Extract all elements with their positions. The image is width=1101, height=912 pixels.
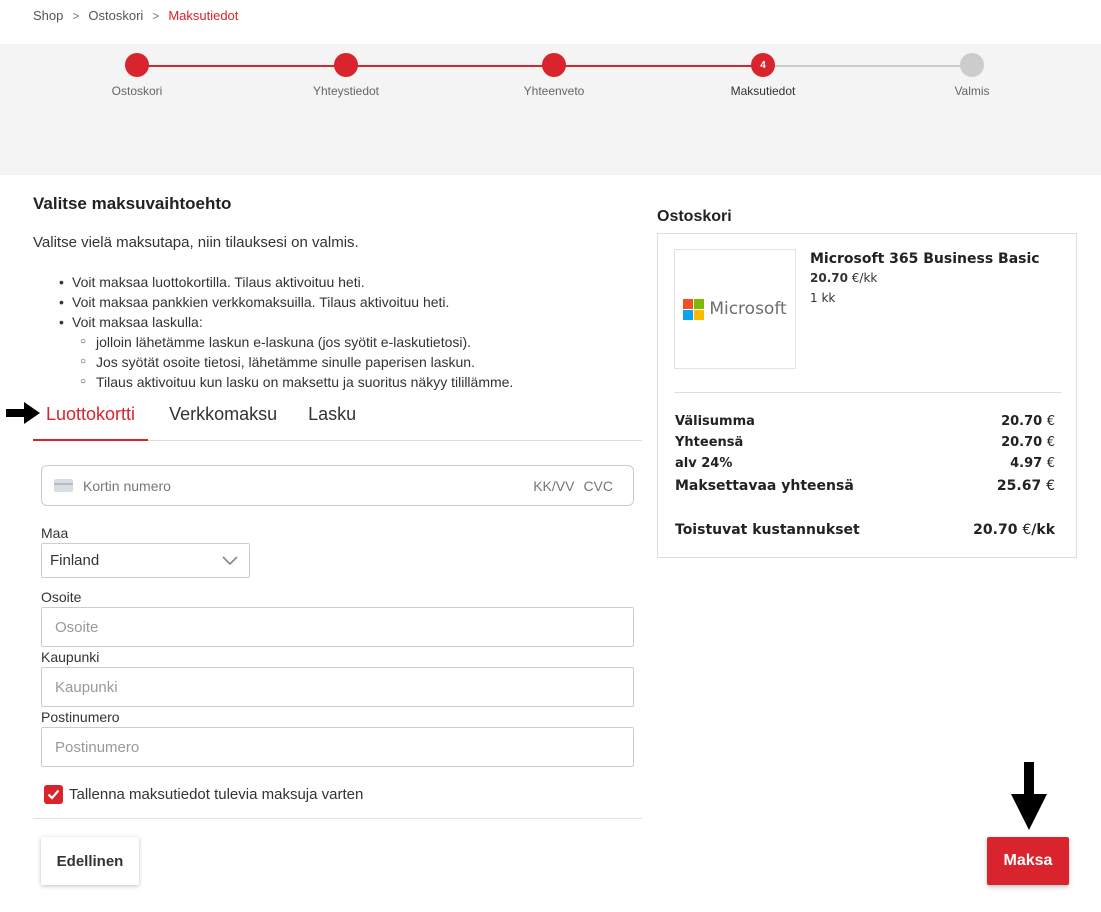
list-item-text: Voit maksaa laskulla: [72,314,203,330]
grand-total-row: Maksettavaa yhteensä 25.67 € [675,478,1055,494]
total-value: 4.97 € [1010,456,1055,471]
address-label: Osoite [41,589,82,605]
step-label: Yhteystiedot [312,84,380,98]
step-dot-current: 4 [751,53,775,77]
stepper-line-done [137,65,763,67]
invoice-sub-list: jolloin lähetämme laskun e-laskuna (jos … [72,332,513,392]
card-number-field[interactable]: Kortin numero KK/VV CVC [41,465,634,506]
product-logo-text: Microsoft [709,299,787,319]
save-payment-label[interactable]: Tallenna maksutiedot tulevia maksuja var… [69,786,363,803]
amount: 4.97 [1010,456,1043,471]
list-item: Voit maksaa luottokortilla. Tilaus aktiv… [59,272,513,292]
list-item: Voit maksaa laskulla: jolloin lähetämme … [59,312,513,392]
total-label: Yhteensä [675,435,744,450]
recurring-costs-row: Toistuvat kustannukset 20.70 €/kk [675,522,1055,538]
expiry-placeholder[interactable]: KK/VV [533,478,574,494]
breadcrumb: Shop > Ostoskori > Maksutiedot [33,8,238,23]
zip-placeholder: Postinumero [55,738,140,756]
currency: € [1046,435,1055,450]
currency: € [1046,414,1055,429]
cart-title: Ostoskori [657,208,732,225]
product-price: 20.70 €/kk [810,271,877,285]
product-name: Microsoft 365 Business Basic [810,251,1040,267]
step-label: Maksutiedot [730,84,796,98]
payment-method-tabs: Luottokortti Verkkomaksu Lasku [33,399,642,441]
vat-row: alv 24% 4.97 € [675,456,1055,471]
product-price-value: 20.70 [810,271,848,285]
arrow-down-icon [1011,762,1047,830]
country-select[interactable]: Finland [41,543,250,578]
total-label: Maksettavaa yhteensä [675,478,854,494]
chevron-right-icon: > [152,8,160,23]
amount: 25.67 [996,478,1042,494]
amount: 20.70 [1001,414,1043,429]
recurring-value: 20.70 €/kk [973,522,1055,538]
product-price-unit: €/kk [851,271,878,285]
list-item: Tilaus aktivoituu kun lasku on maksettu … [80,372,513,392]
step-dot [125,53,149,77]
step-maksutiedot: 4 Maksutiedot [713,53,813,98]
step-dot [960,53,984,77]
amount: 20.70 [1001,435,1043,450]
total-value: 20.70 € [1001,435,1055,450]
total-value: 25.67 € [997,478,1055,494]
zip-label: Postinumero [41,709,120,725]
divider [33,818,642,819]
tab-lasku[interactable]: Lasku [295,399,369,441]
product-logo: Microsoft [674,249,796,369]
country-label: Maa [41,525,69,541]
breadcrumb-current: Maksutiedot [168,8,239,23]
currency: € [1046,478,1055,494]
step-label: Yhteenveto [523,84,585,98]
city-placeholder: Kaupunki [55,678,118,696]
payment-info-list: Voit maksaa luottokortilla. Tilaus aktiv… [59,272,513,392]
step-ostoskori: Ostoskori [87,53,187,98]
breadcrumb-cart[interactable]: Ostoskori [88,8,143,23]
amount: 20.70 [973,522,1018,538]
city-label: Kaupunki [41,649,100,665]
save-payment-checkbox[interactable] [44,785,63,804]
product-quantity: 1 kk [810,291,836,305]
currency: € [1022,522,1032,538]
step-yhteystiedot: Yhteystiedot [296,53,396,98]
step-dot [542,53,566,77]
checkmark-icon [47,789,60,800]
chevron-right-icon: > [72,8,80,23]
step-yhteenveto: Yhteenveto [504,53,604,98]
list-item: jolloin lähetämme laskun e-laskuna (jos … [80,332,513,352]
address-input[interactable]: Osoite [41,607,634,647]
credit-card-icon [54,479,73,492]
total-label: alv 24% [675,456,733,471]
cart-summary: Microsoft Microsoft 365 Business Basic 2… [657,233,1077,558]
cvc-placeholder[interactable]: CVC [583,478,613,494]
breadcrumb-shop[interactable]: Shop [33,8,63,23]
currency: € [1046,456,1055,471]
period: /kk [1031,522,1055,538]
card-number-placeholder: Kortin numero [83,477,171,494]
subtotal-row: Välisumma 20.70 € [675,414,1055,429]
total-value: 20.70 € [1001,414,1055,429]
list-item: Voit maksaa pankkien verkkomaksuilla. Ti… [59,292,513,312]
intro-text: Valitse vielä maksutapa, niin tilauksesi… [33,234,359,251]
microsoft-logo-icon [683,298,705,320]
divider [674,392,1061,393]
total-label: Välisumma [675,414,755,429]
tab-luottokortti[interactable]: Luottokortti [33,399,149,441]
previous-button[interactable]: Edellinen [41,837,139,885]
country-value: Finland [50,552,100,569]
zip-input[interactable]: Postinumero [41,727,634,767]
pay-button[interactable]: Maksa [987,837,1069,885]
step-label: Ostoskori [111,84,163,98]
list-item: Jos syötät osoite tietosi, lähetämme sin… [80,352,513,372]
city-input[interactable]: Kaupunki [41,667,634,707]
step-dot [334,53,358,77]
step-label: Valmis [954,84,990,98]
page-title: Valitse maksuvaihtoehto [33,194,232,213]
recurring-label: Toistuvat kustannukset [675,522,860,538]
total-row: Yhteensä 20.70 € [675,435,1055,450]
tab-verkkomaksu[interactable]: Verkkomaksu [156,399,290,441]
chevron-down-icon [222,556,238,566]
step-valmis: Valmis [922,53,1022,98]
address-placeholder: Osoite [55,618,99,636]
